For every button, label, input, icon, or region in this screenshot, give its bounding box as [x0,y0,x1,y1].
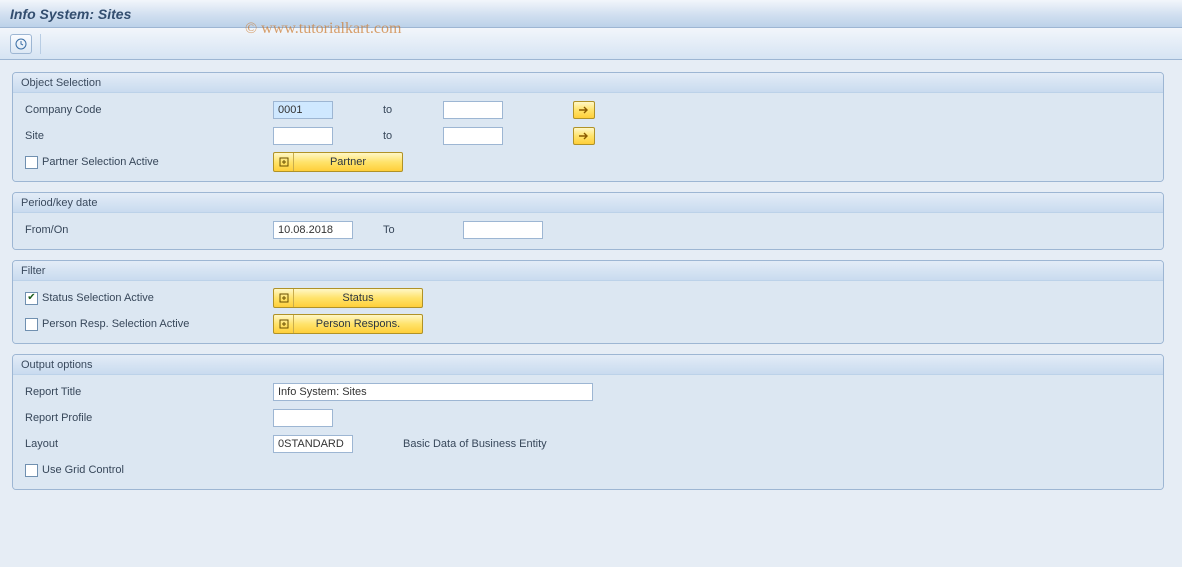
person-respons-button-label: Person Respons. [294,318,422,330]
group-header: Period/key date [13,193,1163,213]
from-date-input[interactable] [273,221,353,239]
to-date-input[interactable] [463,221,543,239]
group-period: Period/key date From/On To [12,192,1164,250]
status-selection-checkbox-container: ✔ Status Selection Active [23,292,273,305]
arrow-right-icon [578,105,590,115]
app-title-bar: Info System: Sites [0,0,1182,28]
site-label: Site [23,130,273,142]
partner-selection-label: Partner Selection Active [42,156,159,168]
partner-button[interactable]: Partner [273,152,403,172]
grid-control-checkbox-container: Use Grid Control [23,464,273,477]
report-title-input[interactable] [273,383,593,401]
site-multi-select-button[interactable] [573,127,595,145]
status-button[interactable]: Status [273,288,423,308]
company-code-multi-select-button[interactable] [573,101,595,119]
partner-selection-checkbox-container: Partner Selection Active [23,156,273,169]
group-object-selection: Object Selection Company Code to Site to [12,72,1164,182]
group-header: Object Selection [13,73,1163,93]
company-code-label: Company Code [23,104,273,116]
company-code-from-input[interactable] [273,101,333,119]
grid-control-checkbox[interactable] [25,464,38,477]
clock-execute-icon [15,38,27,50]
status-button-label: Status [294,292,422,304]
company-code-to-input[interactable] [443,101,503,119]
to-label: To [353,224,463,236]
expand-icon [274,289,294,307]
arrow-right-icon [578,131,590,141]
expand-icon [274,153,294,171]
report-title-label: Report Title [23,386,273,398]
group-header: Filter [13,261,1163,281]
report-profile-label: Report Profile [23,412,273,424]
app-toolbar [0,28,1182,60]
site-from-input[interactable] [273,127,333,145]
status-selection-label: Status Selection Active [42,292,154,304]
report-profile-input[interactable] [273,409,333,427]
to-label: to [333,130,443,142]
from-on-label: From/On [23,224,273,236]
layout-label: Layout [23,438,273,450]
to-label: to [333,104,443,116]
content-area: Object Selection Company Code to Site to [0,60,1182,490]
grid-control-label: Use Grid Control [42,464,124,476]
group-output-options: Output options Report Title Report Profi… [12,354,1164,490]
group-filter: Filter ✔ Status Selection Active Status … [12,260,1164,344]
group-header: Output options [13,355,1163,375]
page-title: Info System: Sites [10,6,131,22]
person-resp-label: Person Resp. Selection Active [42,318,189,330]
partner-button-label: Partner [294,156,402,168]
layout-description: Basic Data of Business Entity [403,438,547,450]
site-to-input[interactable] [443,127,503,145]
person-resp-checkbox[interactable] [25,318,38,331]
expand-icon [274,315,294,333]
toolbar-separator [40,34,41,54]
person-resp-checkbox-container: Person Resp. Selection Active [23,318,273,331]
person-respons-button[interactable]: Person Respons. [273,314,423,334]
status-selection-checkbox[interactable]: ✔ [25,292,38,305]
partner-selection-checkbox[interactable] [25,156,38,169]
layout-input[interactable] [273,435,353,453]
execute-button[interactable] [10,34,32,54]
